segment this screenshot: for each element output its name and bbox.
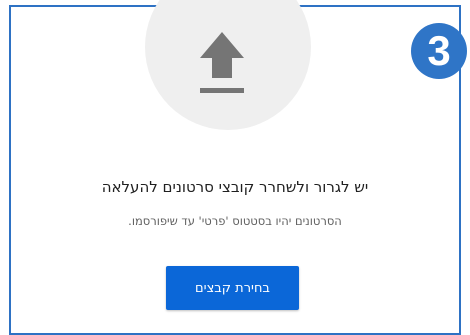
select-files-button[interactable]: בחירת קבצים — [166, 266, 299, 310]
upload-title: יש לגרור ולשחרר קובצי סרטונים להעלאה — [101, 178, 369, 196]
upload-subtitle: הסרטונים יהיו בסטטוס 'פרטי' עד שיפורסמו. — [128, 214, 342, 228]
step-number-badge: 3 — [411, 23, 467, 79]
upload-arrow-icon — [200, 32, 244, 93]
